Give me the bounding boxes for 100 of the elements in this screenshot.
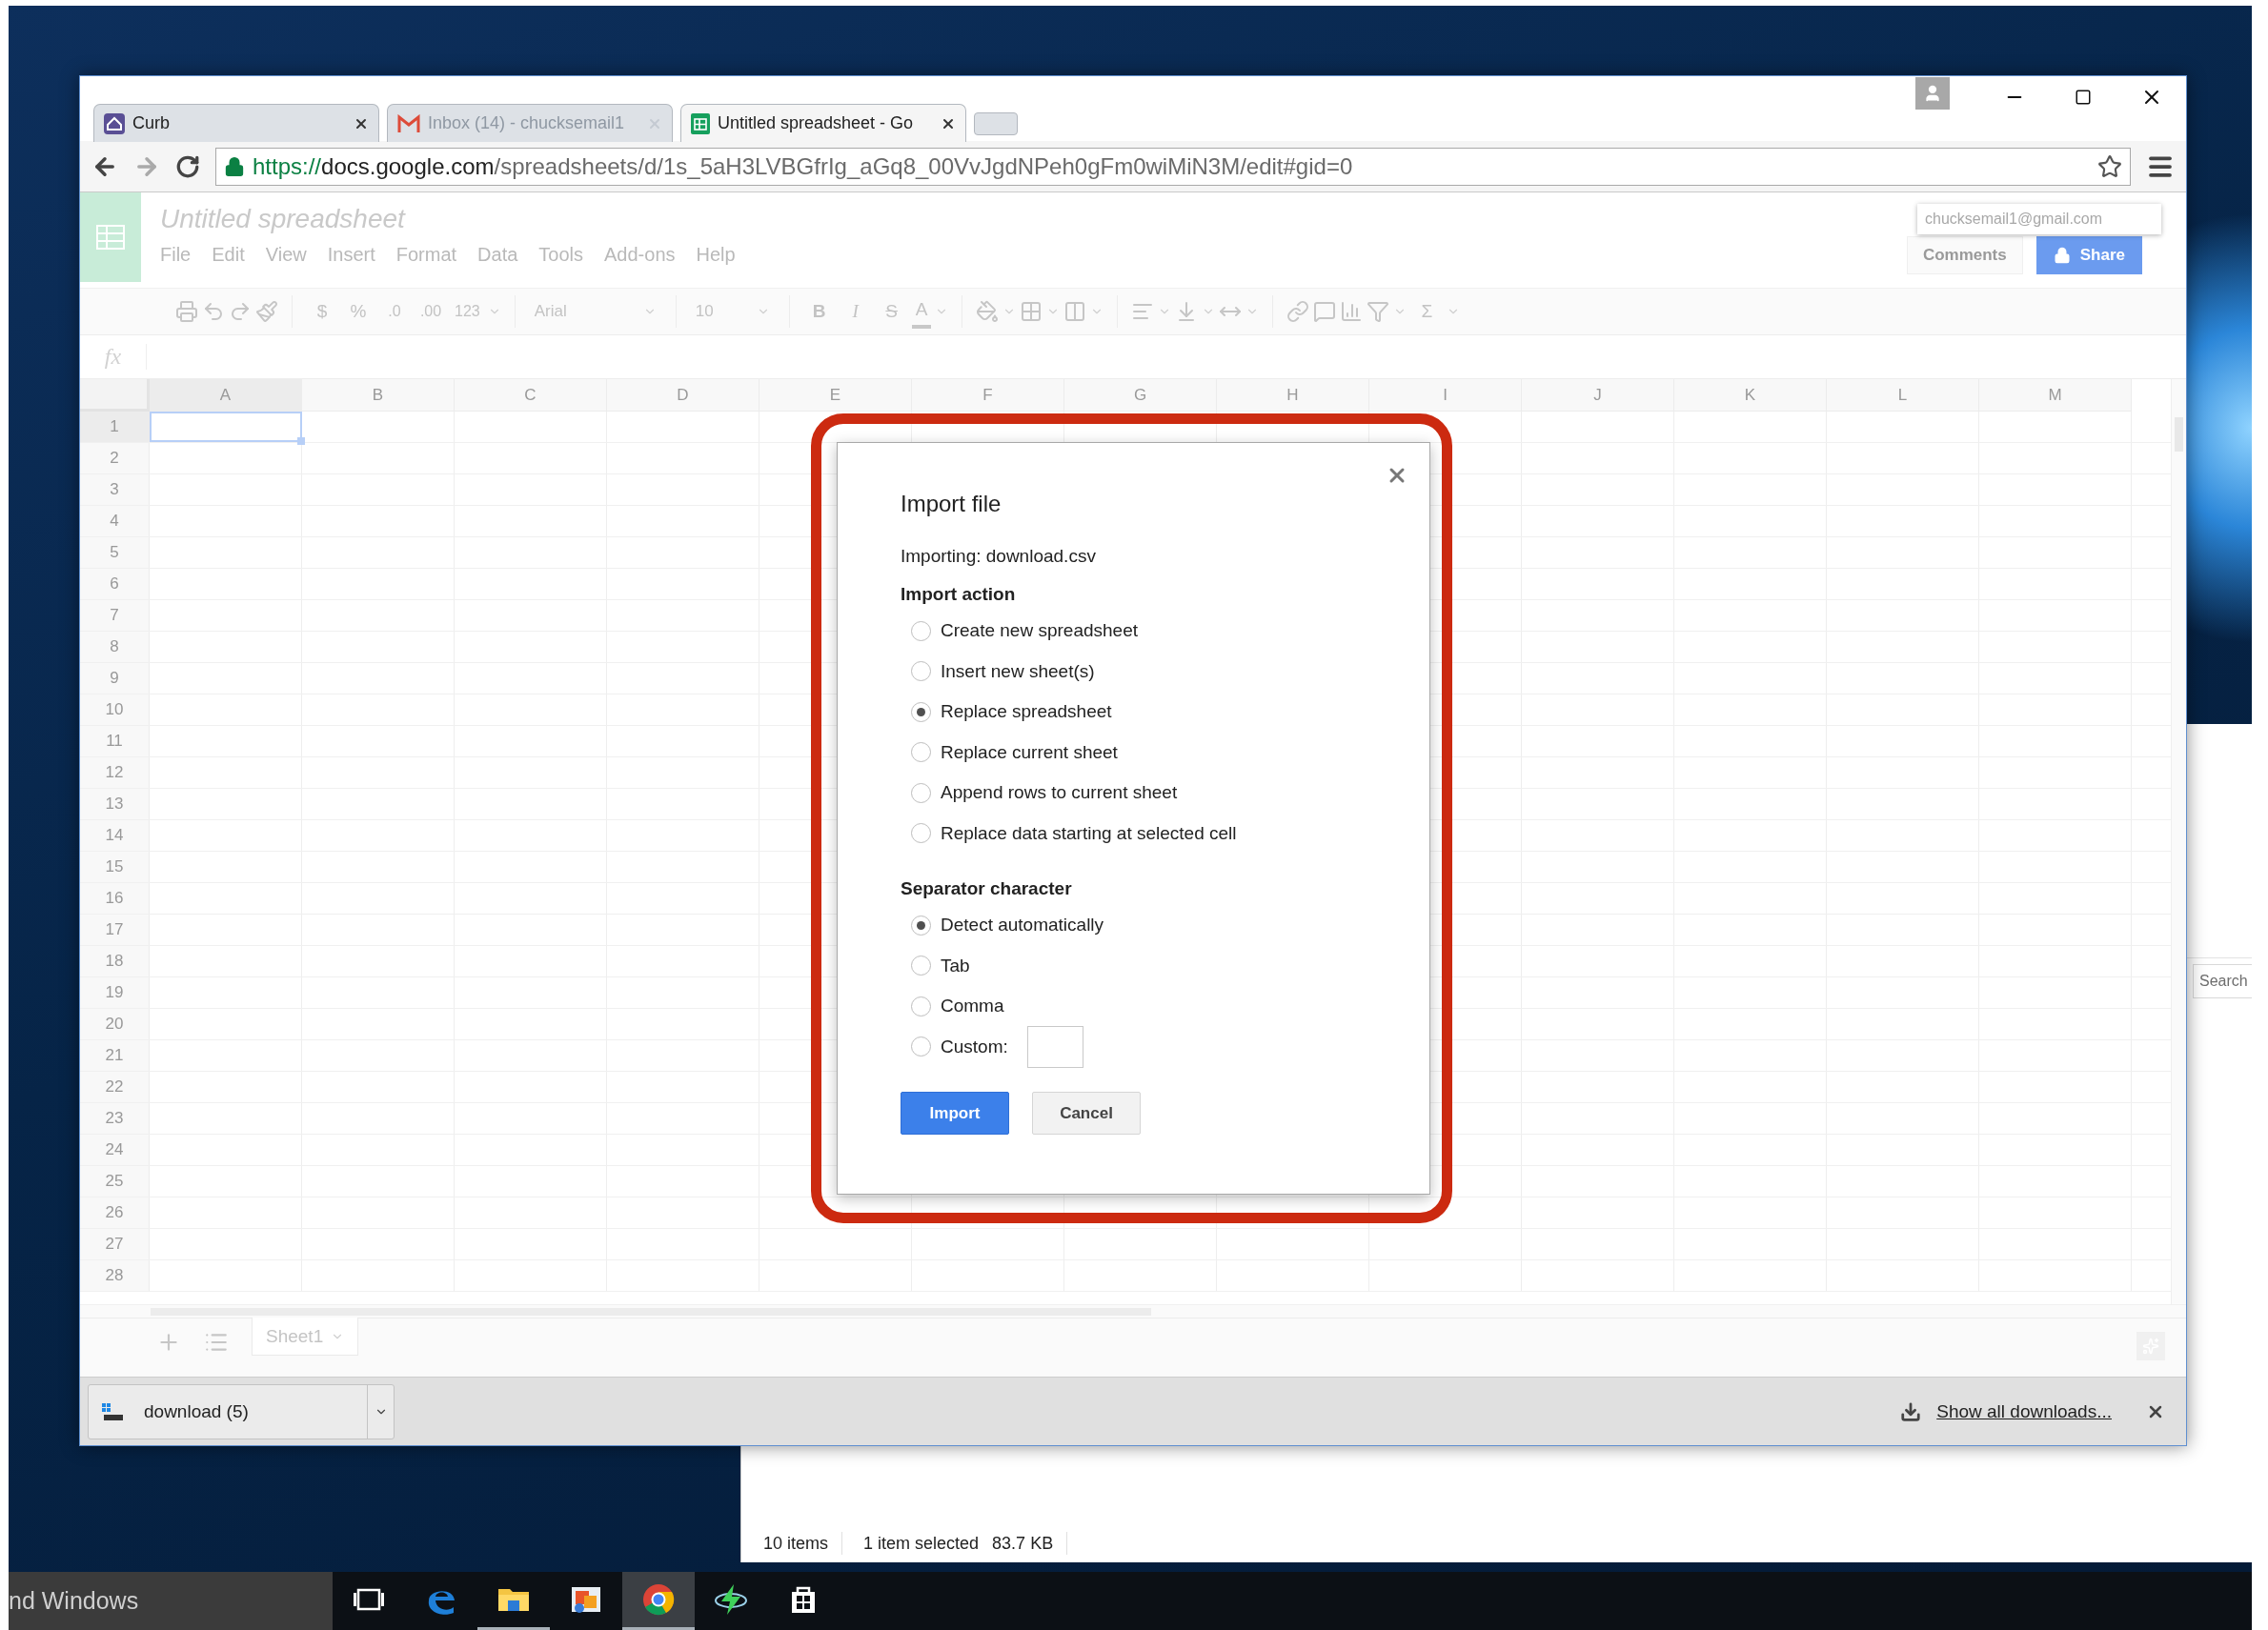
import-button[interactable]: Import: [901, 1092, 1009, 1135]
row-header[interactable]: 28: [80, 1260, 150, 1291]
row-header[interactable]: 9: [80, 663, 150, 694]
option-label[interactable]: Tab: [941, 955, 970, 976]
custom-separator-field[interactable]: [1026, 1025, 1083, 1068]
taskbar-search-field[interactable]: nd Windows: [9, 1572, 333, 1630]
row-header[interactable]: 1: [80, 412, 150, 442]
option-label[interactable]: Comma: [941, 996, 1004, 1017]
column-header[interactable]: G: [1064, 379, 1217, 412]
row-header[interactable]: 5: [80, 537, 150, 568]
app-logo[interactable]: [80, 192, 141, 282]
paint-format-icon[interactable]: [255, 300, 278, 323]
column-header[interactable]: L: [1827, 379, 1979, 412]
row-header[interactable]: 7: [80, 600, 150, 631]
menu-item[interactable]: Edit: [212, 244, 245, 266]
menu-item[interactable]: Format: [395, 244, 457, 266]
browser-tab[interactable]: Curb: [93, 104, 379, 142]
column-header[interactable]: F: [912, 379, 1064, 412]
row-header[interactable]: 8: [80, 632, 150, 662]
show-all-downloads-link[interactable]: Show all downloads...: [1936, 1400, 2112, 1422]
option-label[interactable]: Replace spreadsheet: [941, 701, 1112, 723]
column-header[interactable]: E: [759, 379, 912, 412]
row-header[interactable]: 24: [80, 1135, 150, 1165]
radio-button[interactable]: [911, 996, 931, 1016]
star-icon[interactable]: [2097, 153, 2122, 179]
column-header[interactable]: H: [1217, 379, 1369, 412]
profile-button[interactable]: [1915, 77, 1950, 110]
column-header[interactable]: C: [455, 379, 607, 412]
row-header[interactable]: 26: [80, 1197, 150, 1228]
row-header[interactable]: 10: [80, 694, 150, 725]
radio-button[interactable]: [911, 620, 931, 641]
person-icon[interactable]: [1923, 84, 1942, 103]
percent-button[interactable]: %: [342, 295, 375, 328]
comment-icon[interactable]: [1313, 300, 1337, 323]
menu-item[interactable]: Add-ons: [604, 244, 676, 266]
column-header[interactable]: M: [1979, 379, 2132, 412]
reload-icon[interactable]: [175, 153, 200, 179]
redo-icon[interactable]: [229, 300, 252, 323]
borders-icon[interactable]: [1020, 300, 1043, 323]
option-label[interactable]: Replace current sheet: [941, 741, 1118, 763]
print-icon[interactable]: [175, 300, 198, 323]
radio-button[interactable]: [911, 782, 931, 803]
row-header[interactable]: 3: [80, 474, 150, 505]
address-field[interactable]: https://docs.google.com/spreadsheets/d/1s_5aH3LVBGfrIg_aGq8_00VvJgdNPeh0gFm0wiMiN3M/edit#gid=0: [215, 147, 2131, 186]
column-header[interactable]: I: [1369, 379, 1522, 412]
menu-item[interactable]: View: [265, 244, 307, 266]
menu-item[interactable]: File: [160, 244, 192, 266]
option-label[interactable]: Append rows to current sheet: [941, 782, 1178, 804]
selected-cell[interactable]: [150, 412, 302, 442]
round-logo-icon[interactable]: [640, 1581, 677, 1618]
row-header[interactable]: 4: [80, 506, 150, 536]
radio-button[interactable]: [911, 701, 931, 722]
account-popup[interactable]: chucksemail1@gmail.com: [1917, 204, 2161, 234]
horizontal-scrollbar[interactable]: [80, 1304, 2186, 1318]
option-label[interactable]: Replace data starting at selected cell: [941, 822, 1237, 844]
row-header[interactable]: 22: [80, 1072, 150, 1102]
menu-item[interactable]: Help: [696, 244, 736, 266]
vertical-scrollbar[interactable]: [2171, 379, 2186, 1304]
radio-button[interactable]: [911, 915, 931, 936]
row-header[interactable]: 17: [80, 915, 150, 945]
column-header[interactable]: B: [302, 379, 455, 412]
column-header[interactable]: A: [150, 379, 302, 412]
option-label[interactable]: Detect automatically: [941, 915, 1104, 936]
download-item[interactable]: download (5): [88, 1383, 395, 1439]
option-label[interactable]: Custom:: [941, 1036, 1008, 1057]
option-label[interactable]: Insert new sheet(s): [941, 660, 1095, 682]
radio-button[interactable]: [911, 956, 931, 976]
browser-tab[interactable]: Inbox (14) - chucksemail1: [387, 104, 673, 142]
row-header[interactable]: 20: [80, 1009, 150, 1039]
paint-bucket-icon[interactable]: [976, 300, 1000, 323]
column-header[interactable]: J: [1522, 379, 1674, 412]
taskbar-button[interactable]: [622, 1572, 695, 1630]
row-header[interactable]: 12: [80, 757, 150, 788]
radio-button[interactable]: [911, 661, 931, 682]
menu-item[interactable]: Tools: [538, 244, 584, 266]
row-header[interactable]: 25: [80, 1166, 150, 1197]
cancel-button[interactable]: Cancel: [1032, 1092, 1141, 1135]
maximize-icon[interactable]: [2075, 89, 2092, 106]
chart-icon[interactable]: [1340, 300, 1364, 323]
row-header[interactable]: 11: [80, 726, 150, 756]
radio-button[interactable]: [911, 1036, 931, 1057]
search-field[interactable]: Search: [2193, 964, 2252, 998]
row-header[interactable]: 19: [80, 977, 150, 1008]
column-header[interactable]: K: [1674, 379, 1827, 412]
link-icon[interactable]: [1286, 300, 1310, 323]
row-header[interactable]: 23: [80, 1103, 150, 1134]
menu-item[interactable]: Data: [477, 244, 518, 266]
menu-item[interactable]: Insert: [327, 244, 375, 266]
undo-icon[interactable]: [202, 300, 225, 323]
filter-icon[interactable]: [1367, 300, 1390, 323]
merge-cells-icon[interactable]: [1063, 300, 1087, 323]
browser-tab[interactable]: Untitled spreadsheet - Go: [680, 104, 966, 142]
row-header[interactable]: 14: [80, 820, 150, 851]
fill-handle[interactable]: [297, 437, 305, 445]
currency-button[interactable]: $: [306, 295, 338, 328]
share-button[interactable]: Share: [2035, 236, 2142, 274]
row-header[interactable]: 15: [80, 852, 150, 882]
comments-button[interactable]: Comments: [1906, 236, 2023, 274]
radio-button[interactable]: [911, 823, 931, 844]
row-header[interactable]: 6: [80, 569, 150, 599]
